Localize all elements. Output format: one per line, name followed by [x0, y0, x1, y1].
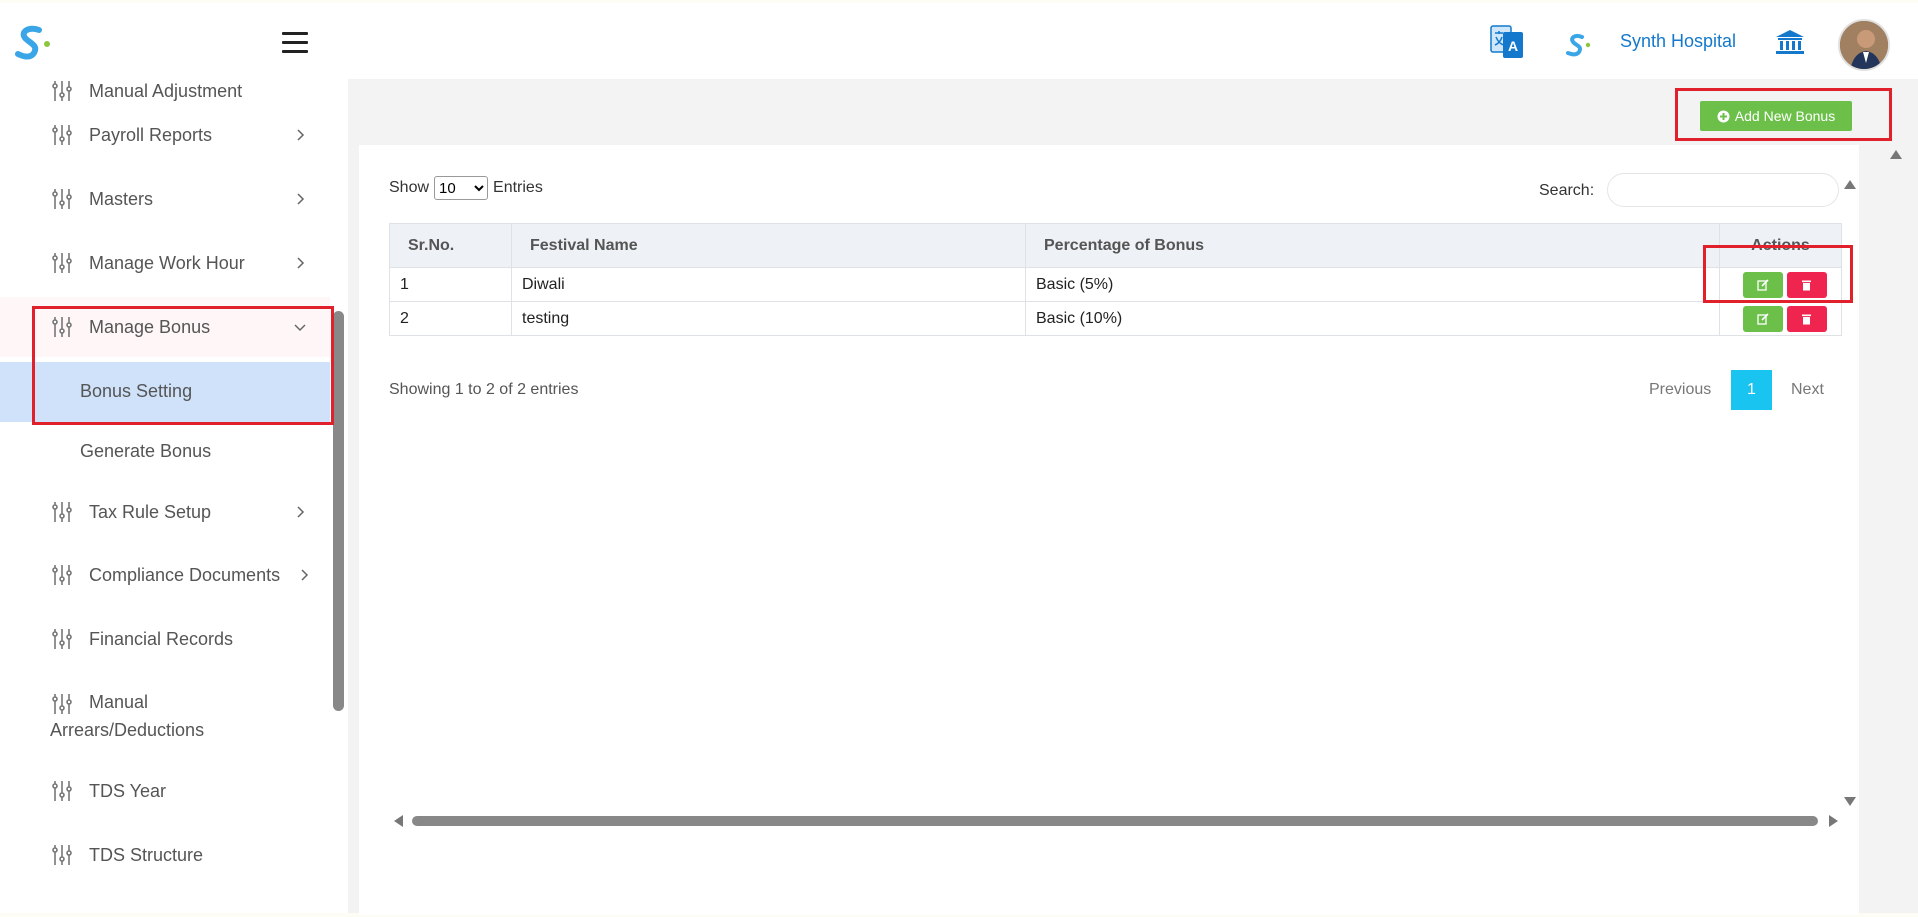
sidebar-item-generate-bonus[interactable]: Generate Bonus	[0, 422, 330, 482]
trash-icon	[1802, 280, 1811, 290]
chevron-down-icon	[294, 324, 306, 332]
trash-icon	[1802, 314, 1811, 324]
sliders-icon	[52, 125, 72, 145]
add-new-bonus-button[interactable]: Add New Bonus	[1700, 101, 1852, 131]
menu-icon[interactable]	[282, 32, 308, 54]
table-row: 1 Diwali Basic (5%)	[389, 267, 1842, 302]
sliders-icon	[52, 81, 72, 101]
cell-sr-no: 2	[389, 301, 512, 336]
edit-button[interactable]	[1742, 271, 1783, 298]
sidebar-item-tax-rule-setup[interactable]: Tax Rule Setup	[0, 482, 330, 542]
sidebar-item-label: Manual	[89, 692, 149, 712]
sidebar-item-label: Payroll Reports	[89, 124, 213, 145]
search-label: Search:	[1539, 182, 1595, 199]
delete-button[interactable]	[1786, 271, 1827, 298]
sidebar-item-label: Arrears/Deductions	[50, 720, 205, 740]
sidebar-item-bonus-setting[interactable]: Bonus Setting	[0, 362, 330, 422]
show-label: Show	[389, 179, 430, 196]
sidebar-item-tds-year[interactable]: TDS Year	[0, 761, 330, 821]
sidebar-item-tds-structure[interactable]: TDS Structure	[0, 825, 330, 885]
sidebar-item-label: Compliance Documents	[89, 564, 281, 585]
hospital-logo-icon	[1566, 33, 1591, 57]
pagination-page-1[interactable]: 1	[1731, 370, 1772, 410]
col-header-sr-no[interactable]: Sr.No.	[389, 223, 512, 268]
sidebar-item-label: Manual Adjustment	[89, 80, 243, 101]
sidebar-scrollbar[interactable]	[333, 311, 344, 711]
top-bar: A Synth Hospital	[0, 3, 1918, 79]
sidebar-item-label: Masters	[89, 188, 154, 209]
sidebar-item-label: Manage Bonus	[89, 316, 211, 337]
horizontal-scrollbar[interactable]	[412, 816, 1818, 826]
edit-button[interactable]	[1742, 305, 1783, 332]
add-new-bonus-label: Add New Bonus	[1734, 108, 1836, 124]
logo-icon[interactable]	[14, 23, 54, 63]
sliders-icon	[52, 317, 72, 337]
cell-actions	[1719, 301, 1842, 336]
cell-festival-name: testing	[511, 301, 1026, 336]
chevron-right-icon	[297, 257, 305, 269]
plus-circle-icon	[1717, 110, 1730, 122]
sliders-icon	[52, 694, 72, 714]
sliders-icon	[52, 781, 72, 801]
pagination-previous[interactable]: Previous	[1649, 381, 1711, 399]
table-scroll-up-icon[interactable]	[1844, 180, 1856, 189]
sliders-icon	[52, 253, 72, 273]
scroll-right-icon[interactable]	[1829, 815, 1838, 827]
bank-icon[interactable]	[1775, 29, 1805, 55]
show-entries-control: Show 10 Entries	[389, 176, 543, 200]
sidebar-item-payroll-reports[interactable]: Payroll Reports	[0, 105, 330, 165]
table-header-row: Sr.No. Festival Name Percentage of Bonus…	[389, 223, 1842, 268]
sidebar-item-label: TDS Structure	[89, 844, 204, 865]
hospital-name[interactable]: Synth Hospital	[1620, 31, 1736, 52]
table-scroll-down-icon[interactable]	[1844, 797, 1856, 806]
sidebar-item-manage-bonus[interactable]: Manage Bonus	[0, 297, 330, 357]
sidebar-item-label: TDS Year	[89, 780, 167, 801]
cell-festival-name: Diwali	[511, 267, 1026, 302]
entries-label: Entries	[493, 179, 543, 196]
sliders-icon	[52, 845, 72, 865]
sidebar-item-financial-records[interactable]: Financial Records	[0, 609, 330, 669]
table-row: 2 testing Basic (10%)	[389, 301, 1842, 336]
scroll-left-icon[interactable]	[394, 815, 403, 827]
sliders-icon	[52, 565, 72, 585]
sliders-icon	[52, 629, 72, 649]
page-size-select[interactable]: 10	[434, 176, 489, 200]
svg-text:A: A	[1508, 38, 1518, 54]
sliders-icon	[52, 189, 72, 209]
col-header-festival-name[interactable]: Festival Name	[511, 223, 1026, 268]
search-input[interactable]	[1607, 173, 1839, 207]
edit-icon	[1756, 312, 1769, 325]
sidebar-item-label: Manage Work Hour	[89, 252, 245, 273]
delete-button[interactable]	[1786, 305, 1827, 332]
bonus-table: Sr.No. Festival Name Percentage of Bonus…	[389, 223, 1842, 336]
cell-percentage: Basic (10%)	[1025, 301, 1720, 336]
entries-summary: Showing 1 to 2 of 2 entries	[389, 381, 579, 398]
col-header-actions: Actions	[1719, 223, 1842, 268]
chevron-right-icon	[297, 506, 305, 518]
sidebar-item-masters[interactable]: Masters	[0, 169, 330, 229]
avatar[interactable]	[1838, 19, 1890, 71]
sidebar-item-manage-work-hour[interactable]: Manage Work Hour	[0, 233, 330, 293]
sliders-icon	[52, 502, 72, 522]
cell-actions	[1719, 267, 1842, 302]
chevron-right-icon	[297, 129, 305, 141]
col-header-percentage[interactable]: Percentage of Bonus	[1025, 223, 1720, 268]
sidebar-item-compliance-documents[interactable]: Compliance Documents	[0, 545, 330, 605]
sidebar-item-manual-arrears-deductions[interactable]: Manual Arrears/Deductions	[0, 679, 330, 755]
chevron-right-icon	[297, 193, 305, 205]
sidebar-item-label: Bonus Setting	[80, 381, 193, 401]
cell-percentage: Basic (5%)	[1025, 267, 1720, 302]
sidebar-item-label: Generate Bonus	[80, 441, 212, 461]
scroll-up-icon[interactable]	[1890, 150, 1902, 159]
pagination-next[interactable]: Next	[1791, 381, 1824, 399]
edit-icon	[1756, 278, 1769, 291]
sidebar-item-label: Tax Rule Setup	[89, 501, 212, 522]
sidebar-item-label: Financial Records	[89, 628, 234, 649]
sidebar: Manual Adjustment Payroll Reports Master…	[0, 79, 348, 913]
chevron-right-icon	[301, 569, 309, 581]
cell-sr-no: 1	[389, 267, 512, 302]
translate-icon[interactable]: A	[1490, 23, 1524, 59]
